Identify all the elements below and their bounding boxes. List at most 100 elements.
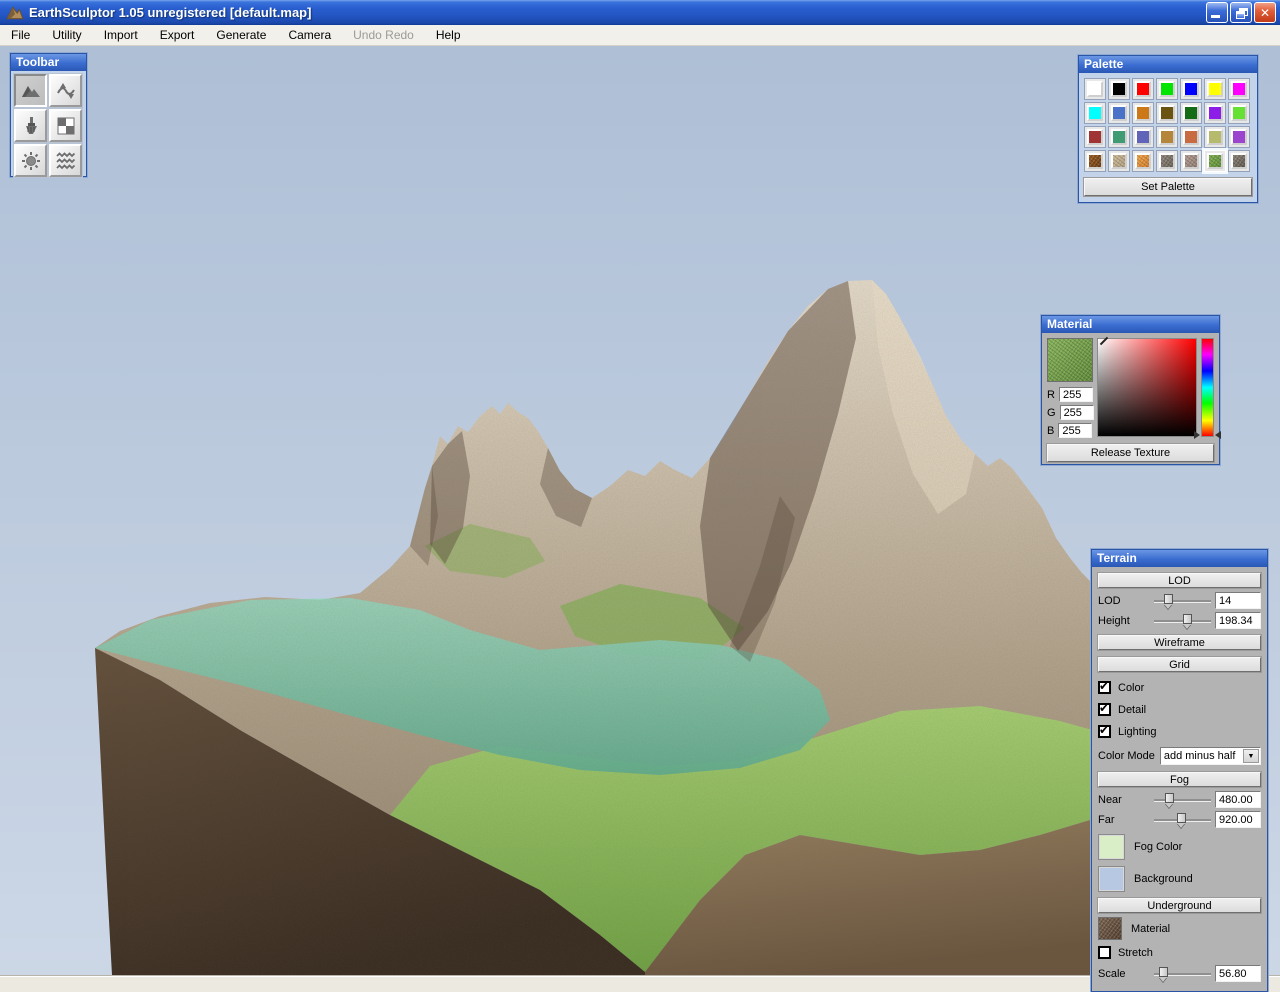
channel-g-input[interactable] bbox=[1059, 405, 1094, 420]
palette-swatch[interactable] bbox=[1156, 126, 1178, 148]
background-label: Background bbox=[1134, 873, 1193, 885]
wireframe-button[interactable]: Wireframe bbox=[1098, 635, 1261, 650]
water-tool-button[interactable] bbox=[49, 144, 82, 177]
palette-swatch-bark[interactable] bbox=[1228, 150, 1250, 172]
channel-b-input[interactable] bbox=[1058, 423, 1093, 438]
texture-tool-button[interactable] bbox=[49, 109, 82, 142]
lighting-checkbox[interactable] bbox=[1098, 723, 1111, 738]
heightmap-tool-button[interactable] bbox=[14, 74, 47, 107]
far-slider[interactable] bbox=[1154, 812, 1211, 828]
swatch-color bbox=[1111, 105, 1127, 121]
palette-swatch-grass[interactable] bbox=[1204, 150, 1226, 172]
paint-tool-button[interactable] bbox=[14, 109, 47, 142]
lod-value-input[interactable] bbox=[1215, 592, 1261, 609]
menu-help[interactable]: Help bbox=[425, 25, 472, 45]
swatch-color bbox=[1087, 153, 1103, 169]
palette-swatch[interactable] bbox=[1084, 126, 1106, 148]
grid-button[interactable]: Grid bbox=[1098, 657, 1261, 672]
far-value-input[interactable] bbox=[1215, 811, 1261, 828]
near-value-input[interactable] bbox=[1215, 791, 1261, 808]
terrain-panel-title[interactable]: Terrain bbox=[1092, 550, 1267, 567]
palette-swatch[interactable] bbox=[1204, 126, 1226, 148]
lod-slider[interactable] bbox=[1154, 593, 1211, 609]
palette-swatch[interactable] bbox=[1156, 78, 1178, 100]
palette-swatch[interactable] bbox=[1204, 102, 1226, 124]
wave-arrows-icon bbox=[56, 82, 75, 99]
color-mode-select[interactable]: add minus half ▼ bbox=[1159, 747, 1261, 765]
palette-swatch-gray-rock[interactable] bbox=[1156, 150, 1178, 172]
palette-swatch[interactable] bbox=[1228, 78, 1250, 100]
palette-swatch[interactable] bbox=[1228, 102, 1250, 124]
hue-slider[interactable] bbox=[1201, 338, 1215, 437]
palette-swatch-sand[interactable] bbox=[1108, 150, 1130, 172]
menu-export[interactable]: Export bbox=[149, 25, 206, 45]
lod-section-button[interactable]: LOD bbox=[1098, 573, 1261, 588]
detail-checkbox-label: Detail bbox=[1118, 703, 1147, 716]
menu-camera[interactable]: Camera bbox=[277, 25, 342, 45]
palette-swatch[interactable] bbox=[1108, 126, 1130, 148]
palette-swatch[interactable] bbox=[1108, 102, 1130, 124]
swatch-color bbox=[1207, 129, 1223, 145]
material-panel-title[interactable]: Material bbox=[1042, 316, 1219, 333]
stretch-checkbox[interactable] bbox=[1098, 946, 1111, 959]
minimize-button[interactable] bbox=[1206, 2, 1228, 23]
palette-swatch[interactable] bbox=[1084, 78, 1106, 100]
height-value-input[interactable] bbox=[1215, 612, 1261, 629]
smooth-tool-button[interactable] bbox=[49, 74, 82, 107]
palette-swatch[interactable] bbox=[1180, 126, 1202, 148]
menu-generate[interactable]: Generate bbox=[205, 25, 277, 45]
swatch-color bbox=[1183, 81, 1199, 97]
palette-swatch[interactable] bbox=[1108, 78, 1130, 100]
channel-r-label: R bbox=[1047, 388, 1055, 401]
waves-icon bbox=[55, 151, 75, 169]
material-texture-preview[interactable] bbox=[1047, 338, 1093, 382]
lighting-checkbox-label: Lighting bbox=[1118, 725, 1157, 738]
near-slider[interactable] bbox=[1154, 792, 1211, 808]
menu-bar: File Utility Import Export Generate Came… bbox=[0, 25, 1280, 46]
swatch-color bbox=[1231, 105, 1247, 121]
scale-value-input[interactable] bbox=[1215, 965, 1261, 982]
palette-swatch[interactable] bbox=[1228, 126, 1250, 148]
release-texture-button[interactable]: Release Texture bbox=[1047, 444, 1214, 462]
palette-swatch[interactable] bbox=[1204, 78, 1226, 100]
app-icon bbox=[6, 5, 24, 19]
palette-panel-title[interactable]: Palette bbox=[1079, 56, 1257, 73]
swatch-color bbox=[1087, 81, 1103, 97]
restore-button[interactable] bbox=[1230, 2, 1252, 23]
palette-panel: Palette Set Palette bbox=[1078, 55, 1258, 203]
palette-swatch[interactable] bbox=[1156, 102, 1178, 124]
palette-swatch[interactable] bbox=[1132, 126, 1154, 148]
palette-swatch[interactable] bbox=[1132, 78, 1154, 100]
underground-section-button[interactable]: Underground bbox=[1098, 898, 1261, 913]
palette-swatch-orange-sand[interactable] bbox=[1132, 150, 1154, 172]
menu-import[interactable]: Import bbox=[93, 25, 149, 45]
channel-r-input[interactable] bbox=[1058, 387, 1093, 402]
underground-material-swatch[interactable] bbox=[1098, 917, 1122, 940]
saturation-value-picker[interactable] bbox=[1097, 336, 1198, 437]
scale-slider[interactable] bbox=[1154, 966, 1211, 982]
status-bar bbox=[0, 975, 1280, 992]
chevron-down-icon[interactable]: ▼ bbox=[1243, 749, 1259, 763]
height-slider[interactable] bbox=[1154, 613, 1211, 629]
close-button[interactable]: ✕ bbox=[1254, 2, 1276, 23]
set-palette-button[interactable]: Set Palette bbox=[1084, 178, 1252, 196]
toolbar-panel-title[interactable]: Toolbar bbox=[11, 54, 86, 71]
sv-cursor bbox=[1099, 336, 1109, 346]
menu-utility[interactable]: Utility bbox=[41, 25, 92, 45]
palette-swatch[interactable] bbox=[1180, 102, 1202, 124]
palette-swatch[interactable] bbox=[1132, 102, 1154, 124]
background-swatch[interactable] bbox=[1098, 866, 1125, 892]
fog-section-button[interactable]: Fog bbox=[1098, 772, 1261, 787]
palette-swatch-pink-rock[interactable] bbox=[1180, 150, 1202, 172]
detail-checkbox[interactable] bbox=[1098, 701, 1111, 716]
color-mode-value: add minus half bbox=[1163, 750, 1236, 762]
color-checkbox[interactable] bbox=[1098, 679, 1111, 694]
swatch-color bbox=[1111, 81, 1127, 97]
palette-swatch-dirt[interactable] bbox=[1084, 150, 1106, 172]
palette-swatch[interactable] bbox=[1180, 78, 1202, 100]
fog-color-swatch[interactable] bbox=[1098, 834, 1125, 860]
palette-swatch[interactable] bbox=[1084, 102, 1106, 124]
menu-file[interactable]: File bbox=[0, 25, 41, 45]
lighting-tool-button[interactable] bbox=[14, 144, 47, 177]
toolbar-panel: Toolbar bbox=[10, 53, 87, 177]
